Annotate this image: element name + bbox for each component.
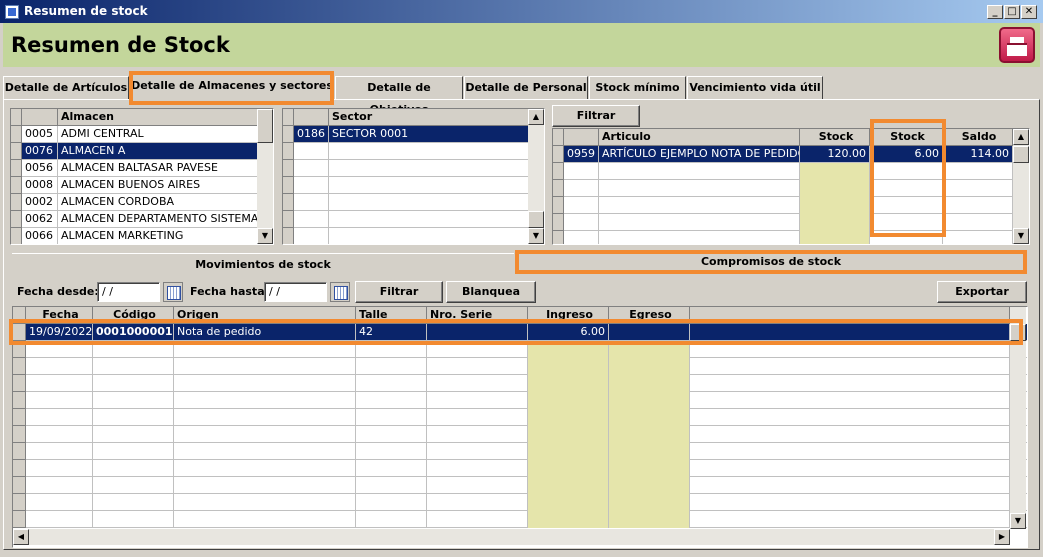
articulos-grid[interactable]: Articulo Stock Stock Cmp. Saldo 0959 ART… xyxy=(552,128,1030,245)
list-item[interactable]: 0076 ALMACEN A xyxy=(11,143,273,160)
minimize-button[interactable]: _ xyxy=(987,5,1003,19)
saldo-header: Saldo xyxy=(943,129,1013,146)
app-icon xyxy=(5,5,19,19)
window-title: Resumen de stock xyxy=(24,4,148,18)
egreso-header: Egreso xyxy=(609,307,690,324)
fecha-desde-label: Fecha desde: xyxy=(17,285,99,298)
stock-cmp-header: Stock Cmp. xyxy=(870,129,943,159)
movimientos-grid[interactable]: Fecha Código Origen Talle Nro. Serie Ing… xyxy=(12,306,1028,548)
fecha-hasta-field[interactable]: / / xyxy=(264,282,327,302)
page-title: Resumen de Stock xyxy=(11,33,230,57)
filtrar-button[interactable]: Filtrar xyxy=(355,281,443,303)
print-button[interactable] xyxy=(999,27,1035,63)
almacen-scrollbar[interactable]: ▼ xyxy=(257,109,273,244)
ingreso-header: Ingreso xyxy=(528,307,609,324)
scroll-right-icon[interactable]: ▶ xyxy=(994,529,1010,545)
movimientos-scrollbar[interactable]: ▼ xyxy=(1010,307,1026,529)
fecha-desde-field[interactable]: / / xyxy=(97,282,160,302)
almacen-header: Almacen xyxy=(58,109,258,126)
fecha-hasta-label: Fecha hasta: xyxy=(190,285,270,298)
scroll-down-icon[interactable]: ▼ xyxy=(528,228,544,244)
exportar-button[interactable]: Exportar xyxy=(937,281,1027,303)
table-row[interactable]: 19/09/2022 0001000001 Nota de pedido 42 … xyxy=(13,324,1027,341)
table-row[interactable]: 0959 ARTÍCULO EJEMPLO NOTA DE PEDIDO 120… xyxy=(553,146,1029,163)
close-button[interactable]: ✕ xyxy=(1021,5,1037,19)
tab-detalle-personal[interactable]: Detalle de Personal xyxy=(464,76,588,100)
tab-stock-minimo[interactable]: Stock mínimo xyxy=(589,76,686,100)
fecha-header: Fecha xyxy=(26,307,93,324)
list-item[interactable]: 0008 ALMACEN BUENOS AIRES xyxy=(11,177,273,194)
articulo-header: Articulo xyxy=(599,129,800,146)
sector-grid[interactable]: Sector 0186 SECTOR 0001 ▲ ▼ xyxy=(282,108,545,245)
scroll-up-icon[interactable]: ▲ xyxy=(528,109,544,125)
tab-movimientos[interactable]: Movimientos de stock xyxy=(12,253,514,275)
tab-detalle-objetivos[interactable]: Detalle de Objetivos xyxy=(335,76,463,116)
tab-detalle-almacenes[interactable]: Detalle de Almacenes y sectores xyxy=(130,74,334,101)
list-item[interactable]: 0056 ALMACEN BALTASAR PAVESE xyxy=(11,160,273,177)
sector-scrollbar[interactable]: ▲ ▼ xyxy=(528,109,544,244)
window-title-bar: Resumen de stock _ □ ✕ xyxy=(0,0,1043,23)
scroll-up-icon[interactable]: ▲ xyxy=(1013,129,1029,145)
almacen-grid[interactable]: Almacen 0005 ADMI CENTRAL 0076 ALMACEN A 0… xyxy=(10,108,274,245)
articulos-scrollbar[interactable]: ▲ ▼ xyxy=(1013,129,1029,244)
calendar-icon[interactable] xyxy=(163,282,183,302)
codigo-header: Código xyxy=(93,307,174,324)
movimientos-hscrollbar[interactable]: ◀ ▶ xyxy=(13,529,1010,545)
scroll-down-icon[interactable]: ▼ xyxy=(1013,228,1029,244)
calendar-icon[interactable] xyxy=(330,282,350,302)
sector-header: Sector xyxy=(329,109,529,126)
maximize-button[interactable]: □ xyxy=(1004,5,1020,19)
scroll-left-icon[interactable]: ◀ xyxy=(13,529,29,545)
origen-header: Origen xyxy=(174,307,356,324)
list-item[interactable]: 0002 ALMACEN CORDOBA xyxy=(11,194,273,211)
page-header: Resumen de Stock xyxy=(3,23,1040,67)
blanquea-button[interactable]: Blanquea xyxy=(446,281,536,303)
tab-vencimiento[interactable]: Vencimiento vida útil xyxy=(687,76,823,100)
list-item[interactable]: 0186 SECTOR 0001 xyxy=(283,126,544,143)
list-item[interactable]: 0062 ALMACEN DEPARTAMENTO SISTEMAS xyxy=(11,211,273,228)
filtrar-articulos-button[interactable]: Filtrar xyxy=(552,105,640,127)
tab-detalle-articulos[interactable]: Detalle de Artículos xyxy=(3,76,129,100)
nro-serie-header: Nro. Serie xyxy=(427,307,528,324)
talle-header: Talle xyxy=(356,307,427,324)
list-item[interactable]: 0005 ADMI CENTRAL xyxy=(11,126,273,143)
stock-header: Stock xyxy=(800,129,870,146)
scroll-down-icon[interactable]: ▼ xyxy=(257,228,273,244)
tab-compromisos[interactable]: Compromisos de stock xyxy=(518,251,1024,273)
scroll-down-icon[interactable]: ▼ xyxy=(1010,513,1026,529)
list-item[interactable]: 0066 ALMACEN MARKETING xyxy=(11,228,273,244)
